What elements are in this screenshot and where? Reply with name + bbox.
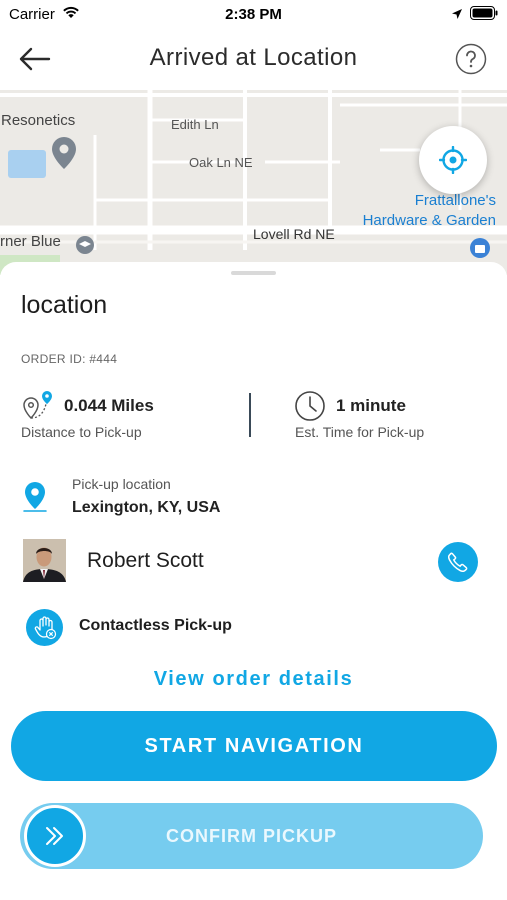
contactless-hand-icon <box>26 609 63 646</box>
distance-label: Distance to Pick-up <box>21 424 142 440</box>
crosshair-icon <box>439 146 467 174</box>
contactless-pickup-label: Contactless Pick-up <box>79 617 232 634</box>
page-title: Arrived at Location <box>149 44 358 71</box>
slider-handle[interactable] <box>24 805 86 867</box>
route-pin-icon <box>20 390 54 427</box>
confirm-pickup-label: CONFIRM PICKUP <box>166 826 337 846</box>
time-value: 1 minute <box>336 396 406 415</box>
map-label-edith: Edith Ln <box>171 117 219 132</box>
status-bar: Carrier 2:38 PM <box>0 0 507 30</box>
clock-icon <box>294 390 326 427</box>
call-customer-button[interactable] <box>438 542 478 582</box>
stat-divider <box>249 393 251 437</box>
battery-icon <box>470 6 498 25</box>
double-chevron-right-icon <box>46 827 63 845</box>
map-label-corner-blue: rner Blue <box>0 233 61 250</box>
phone-icon <box>448 552 468 572</box>
time-label: Est. Time for Pick-up <box>295 424 425 440</box>
nav-bar: Arrived at Location <box>0 30 507 90</box>
question-circle-icon <box>455 43 487 75</box>
customer-name: Robert Scott <box>87 549 204 572</box>
pickup-location-label: Pick-up location <box>72 476 171 492</box>
map-poi-line-2: Hardware & Garden <box>362 212 496 229</box>
sheet-drag-handle[interactable] <box>231 271 276 275</box>
order-bottom-sheet: location ORDER ID: #444 0.044 Miles Dist… <box>0 262 507 900</box>
start-navigation-button[interactable]: START NAVIGATION <box>11 711 497 781</box>
map-label-oak: Oak Ln NE <box>189 155 253 170</box>
help-button[interactable] <box>455 43 487 75</box>
map-poi-label[interactable]: Frattallone's Hardware & Garden <box>330 191 496 231</box>
distance-value: 0.044 Miles <box>64 396 154 415</box>
map-pin-icon <box>21 480 49 519</box>
location-title: location <box>21 291 108 319</box>
view-order-details-link[interactable]: View order details <box>0 668 507 691</box>
map-poi-line-1: Frattallone's <box>414 192 496 209</box>
status-time: 2:38 PM <box>225 6 282 23</box>
confirm-pickup-slider[interactable]: CONFIRM PICKUP <box>20 803 483 869</box>
pickup-location-value: Lexington, KY, USA <box>72 499 221 516</box>
map-view[interactable]: Resonetics Edith Ln Oak Ln NE Lovell Rd … <box>0 90 507 275</box>
map-label-resonetics: Resonetics <box>1 112 76 129</box>
location-arrow-icon <box>451 7 463 25</box>
customer-avatar <box>23 539 66 582</box>
order-id: ORDER ID: #444 <box>21 352 118 366</box>
locate-me-button[interactable] <box>419 126 487 194</box>
map-label-lovell: Lovell Rd NE <box>253 226 335 242</box>
